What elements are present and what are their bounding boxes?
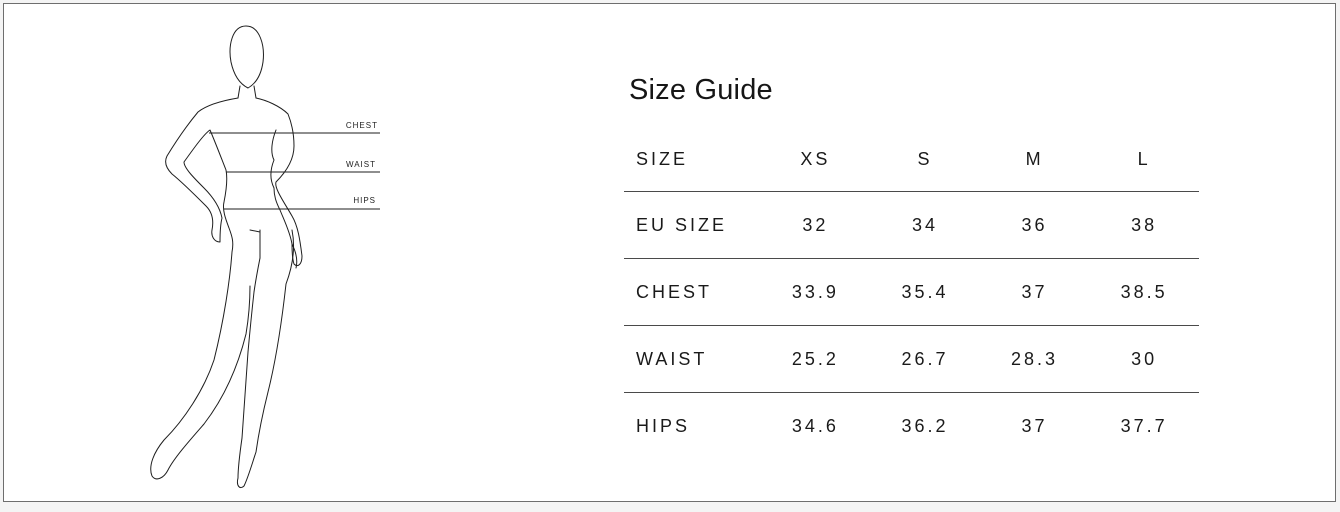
table-row-eu-size: EU SIZE 32 34 36 38	[624, 191, 1199, 259]
row-label: CHEST	[624, 258, 761, 326]
table-cell: 35.4	[870, 258, 980, 326]
header-size-s: S	[870, 128, 980, 192]
table-cell: 37	[979, 258, 1090, 326]
table-cell: 33.9	[760, 258, 871, 326]
figure-inner-leg	[249, 229, 261, 259]
table-cell: 32	[760, 191, 871, 259]
size-chart-table: SIZE XS S M L EU SIZE 32 34 36 38 CHEST …	[624, 128, 1199, 459]
figure-head	[229, 25, 264, 89]
table-cell: 28.3	[979, 325, 1090, 393]
figure-right-side	[255, 97, 303, 267]
body-measurement-figure: CHEST WAIST HIPS	[134, 20, 394, 495]
header-label: SIZE	[624, 128, 761, 192]
size-guide-card: CHEST WAIST HIPS Size Guide SIZE XS S M …	[3, 3, 1336, 502]
table-cell: 38	[1089, 191, 1199, 259]
table-cell: 26.7	[870, 325, 980, 393]
table-cell: 38.5	[1089, 258, 1199, 326]
table-cell: 30	[1089, 325, 1199, 393]
table-cell: 37	[1021, 415, 1048, 436]
hips-label: HIPS	[353, 196, 376, 205]
table-cell: 36.2	[901, 415, 949, 436]
figure-left-side	[150, 97, 251, 480]
table-row-chest: CHEST 33.9 35.4 37 38.5	[624, 258, 1199, 326]
row-label: WAIST	[624, 325, 761, 393]
row-label: HIPS	[636, 415, 691, 436]
table-cell: 25.2	[760, 325, 871, 393]
table-row-hips: HIPS 34.6 36.2 37 37.7	[624, 393, 1199, 460]
header-size-m: M	[979, 128, 1090, 192]
table-cell: 34.6	[791, 415, 839, 436]
header-size-l: L	[1089, 128, 1199, 192]
table-header-row: SIZE XS S M L	[624, 128, 1199, 192]
table-cell: 34	[870, 191, 980, 259]
body-outline-illustration: CHEST WAIST HIPS	[150, 25, 380, 489]
figure-right-leg	[237, 229, 295, 489]
page-title: Size Guide	[629, 74, 773, 106]
row-label: EU SIZE	[624, 191, 761, 259]
header-size-xs: XS	[760, 128, 871, 192]
chest-label: CHEST	[346, 121, 378, 130]
waist-label: WAIST	[346, 160, 376, 169]
table-cell: 37.7	[1120, 415, 1168, 436]
table-row-waist: WAIST 25.2 26.7 28.3 30	[624, 325, 1199, 393]
table-cell: 36	[979, 191, 1090, 259]
